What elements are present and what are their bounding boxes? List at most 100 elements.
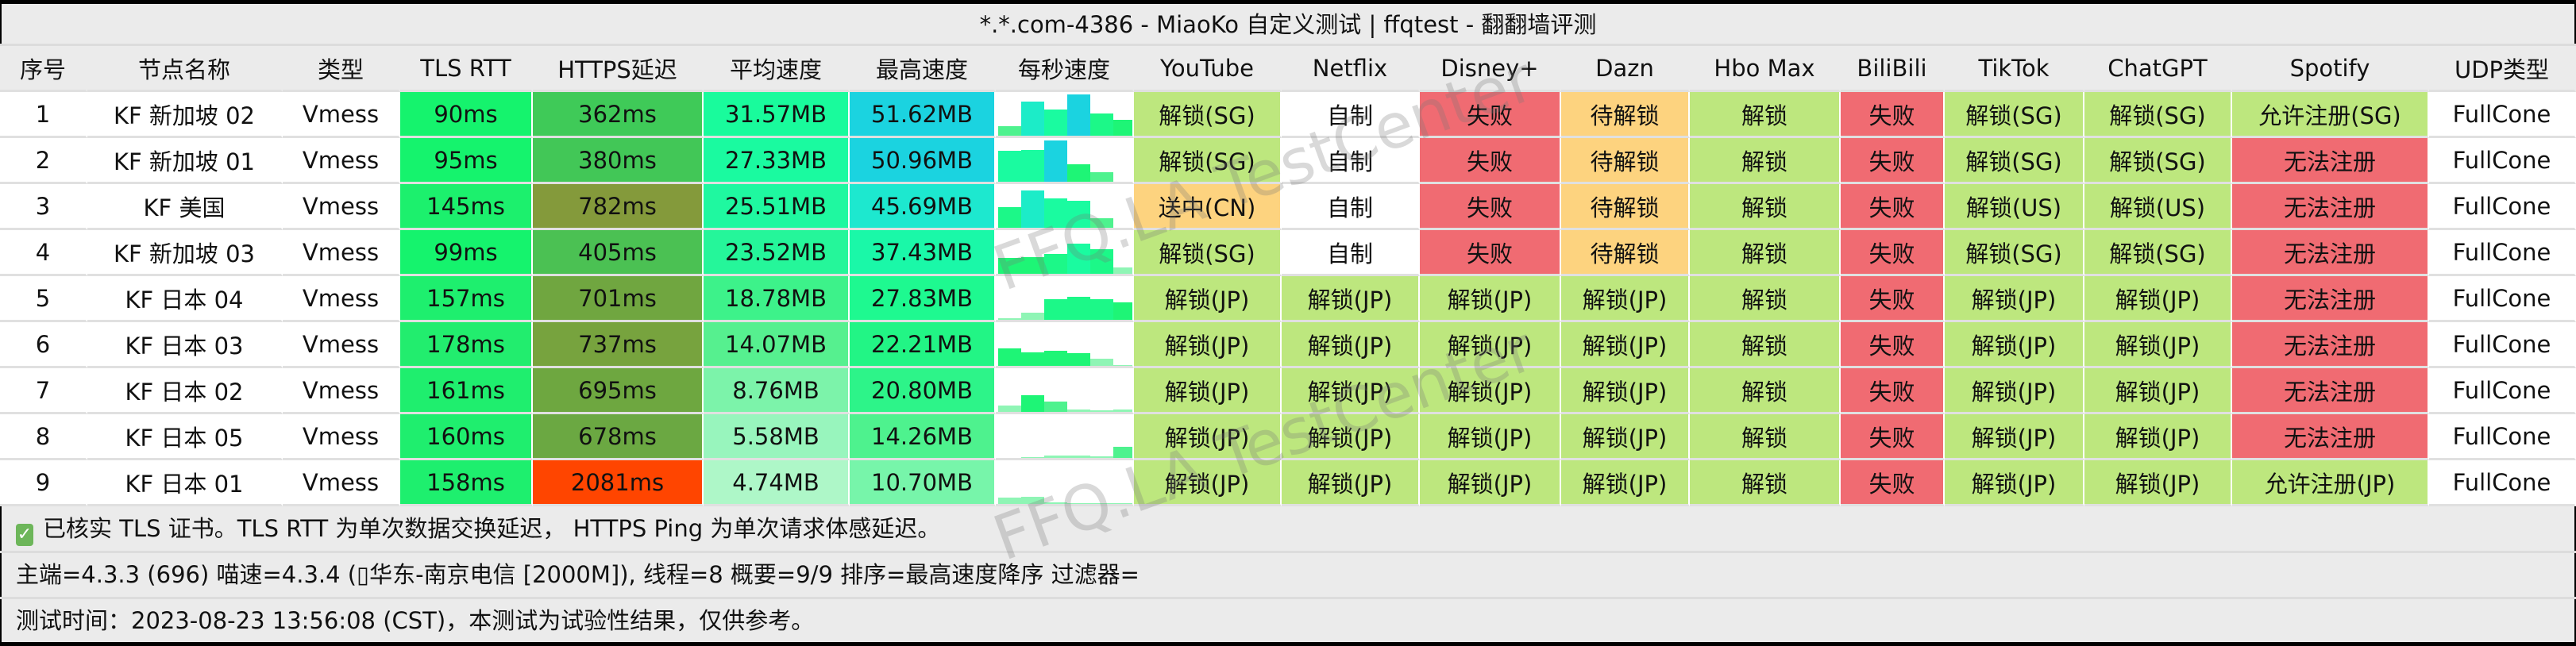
unlock-result: 解锁 bbox=[1690, 414, 1841, 460]
per-second-speed-chart bbox=[996, 230, 1134, 276]
column-header: 平均速度 bbox=[704, 46, 850, 92]
column-header: UDP类型 bbox=[2429, 46, 2576, 92]
column-header: Netflix bbox=[1282, 46, 1420, 92]
unlock-result: 解锁(JP) bbox=[1420, 322, 1561, 368]
row-seq: 3 bbox=[0, 184, 87, 230]
unlock-result: 失败 bbox=[1841, 460, 1945, 506]
node-name: KF 日本 03 bbox=[87, 322, 283, 368]
unlock-result: 解锁(JP) bbox=[1945, 368, 2084, 414]
speed-bar bbox=[1090, 113, 1113, 136]
unlock-result: 失败 bbox=[1841, 276, 1945, 322]
unlock-result: 解锁 bbox=[1690, 184, 1841, 230]
https-latency: 695ms bbox=[533, 368, 704, 414]
https-latency: 380ms bbox=[533, 138, 704, 184]
avg-speed: 25.51MB bbox=[704, 184, 850, 230]
column-header: 每秒速度 bbox=[996, 46, 1134, 92]
unlock-result: 解锁(JP) bbox=[1945, 276, 2084, 322]
column-header: 最高速度 bbox=[850, 46, 996, 92]
unlock-result: 解锁(SG) bbox=[1134, 230, 1282, 276]
node-type: Vmess bbox=[283, 414, 400, 460]
unlock-result: 解锁(JP) bbox=[1945, 414, 2084, 460]
speed-bar bbox=[998, 348, 1021, 366]
max-speed: 22.21MB bbox=[850, 322, 996, 368]
max-speed: 27.83MB bbox=[850, 276, 996, 322]
column-header: BiliBili bbox=[1841, 46, 1945, 92]
udp-type: FullCone bbox=[2429, 322, 2576, 368]
unlock-result: 失败 bbox=[1841, 368, 1945, 414]
unlock-result: 待解锁 bbox=[1561, 138, 1690, 184]
column-header: HTTPS延迟 bbox=[533, 46, 704, 92]
speed-bar bbox=[1044, 254, 1067, 274]
https-latency: 782ms bbox=[533, 184, 704, 230]
column-header: Dazn bbox=[1561, 46, 1690, 92]
unlock-result: 失败 bbox=[1841, 92, 1945, 138]
speed-bar bbox=[1067, 244, 1090, 274]
column-header: TikTok bbox=[1945, 46, 2084, 92]
udp-type: FullCone bbox=[2429, 460, 2576, 506]
row-seq: 6 bbox=[0, 322, 87, 368]
per-second-speed-chart bbox=[996, 368, 1134, 414]
node-name: KF 日本 01 bbox=[87, 460, 283, 506]
unlock-result: 解锁(JP) bbox=[1561, 368, 1690, 414]
speed-bar bbox=[998, 498, 1021, 504]
https-latency: 405ms bbox=[533, 230, 704, 276]
speed-bar bbox=[1067, 455, 1090, 458]
unlock-result: 失败 bbox=[1841, 184, 1945, 230]
unlock-result: 解锁 bbox=[1690, 92, 1841, 138]
unlock-result: 解锁(SG) bbox=[1134, 92, 1282, 138]
tls-rtt: 145ms bbox=[400, 184, 533, 230]
unlock-result: 自制 bbox=[1282, 138, 1420, 184]
per-second-speed-chart bbox=[996, 92, 1134, 138]
tls-rtt: 158ms bbox=[400, 460, 533, 506]
speed-bar bbox=[998, 151, 1021, 182]
speed-bar bbox=[1021, 352, 1044, 366]
node-name: KF 新加坡 03 bbox=[87, 230, 283, 276]
unlock-result: 失败 bbox=[1841, 138, 1945, 184]
speed-bar bbox=[1044, 140, 1067, 182]
max-speed: 51.62MB bbox=[850, 92, 996, 138]
unlock-result: 解锁(JP) bbox=[2084, 322, 2232, 368]
unlock-result: 无法注册 bbox=[2232, 368, 2429, 414]
footer-time: 测试时间：2023-08-23 13:56:08 (CST)，本测试为试验性结果… bbox=[16, 607, 815, 634]
speed-bar bbox=[998, 257, 1021, 274]
per-second-speed-chart bbox=[996, 460, 1134, 506]
node-type: Vmess bbox=[283, 322, 400, 368]
unlock-result: 解锁(SG) bbox=[1945, 230, 2084, 276]
unlock-result: 解锁(JP) bbox=[2084, 414, 2232, 460]
speed-bar bbox=[1113, 302, 1132, 320]
udp-type: FullCone bbox=[2429, 92, 2576, 138]
speed-bar bbox=[1067, 297, 1090, 320]
speed-bar bbox=[1021, 394, 1044, 412]
unlock-result: 自制 bbox=[1282, 92, 1420, 138]
speed-bar bbox=[1044, 350, 1067, 366]
unlock-result: 解锁(JP) bbox=[1134, 276, 1282, 322]
unlock-result: 失败 bbox=[1841, 414, 1945, 460]
unlock-result: 解锁(SG) bbox=[2084, 230, 2232, 276]
unlock-result: 解锁(JP) bbox=[1282, 368, 1420, 414]
tls-rtt: 99ms bbox=[400, 230, 533, 276]
speed-bar bbox=[1021, 102, 1044, 136]
column-header: 节点名称 bbox=[87, 46, 283, 92]
node-type: Vmess bbox=[283, 368, 400, 414]
unlock-result: 待解锁 bbox=[1561, 184, 1690, 230]
speed-bar bbox=[1090, 249, 1113, 274]
row-seq: 5 bbox=[0, 276, 87, 322]
unlock-result: 解锁(JP) bbox=[1282, 414, 1420, 460]
udp-type: FullCone bbox=[2429, 184, 2576, 230]
unlock-result: 失败 bbox=[1420, 230, 1561, 276]
footer-info: 主端=4.3.3 (696) 喵速=4.3.4 (▯华东-南京电信 [2000M… bbox=[0, 553, 2576, 599]
speed-bar bbox=[998, 125, 1021, 136]
speed-bar bbox=[1044, 502, 1067, 504]
udp-type: FullCone bbox=[2429, 230, 2576, 276]
speed-bar bbox=[1113, 447, 1132, 458]
unlock-result: 解锁(JP) bbox=[2084, 460, 2232, 506]
unlock-result: 解锁(JP) bbox=[1561, 414, 1690, 460]
tls-rtt: 160ms bbox=[400, 414, 533, 460]
speed-bar bbox=[1090, 299, 1113, 320]
unlock-result: 解锁 bbox=[1690, 230, 1841, 276]
unlock-result: 解锁(JP) bbox=[1134, 460, 1282, 506]
column-header: Disney+ bbox=[1420, 46, 1561, 92]
speed-bar bbox=[1021, 190, 1044, 228]
avg-speed: 27.33MB bbox=[704, 138, 850, 184]
speed-bar bbox=[1090, 171, 1113, 182]
